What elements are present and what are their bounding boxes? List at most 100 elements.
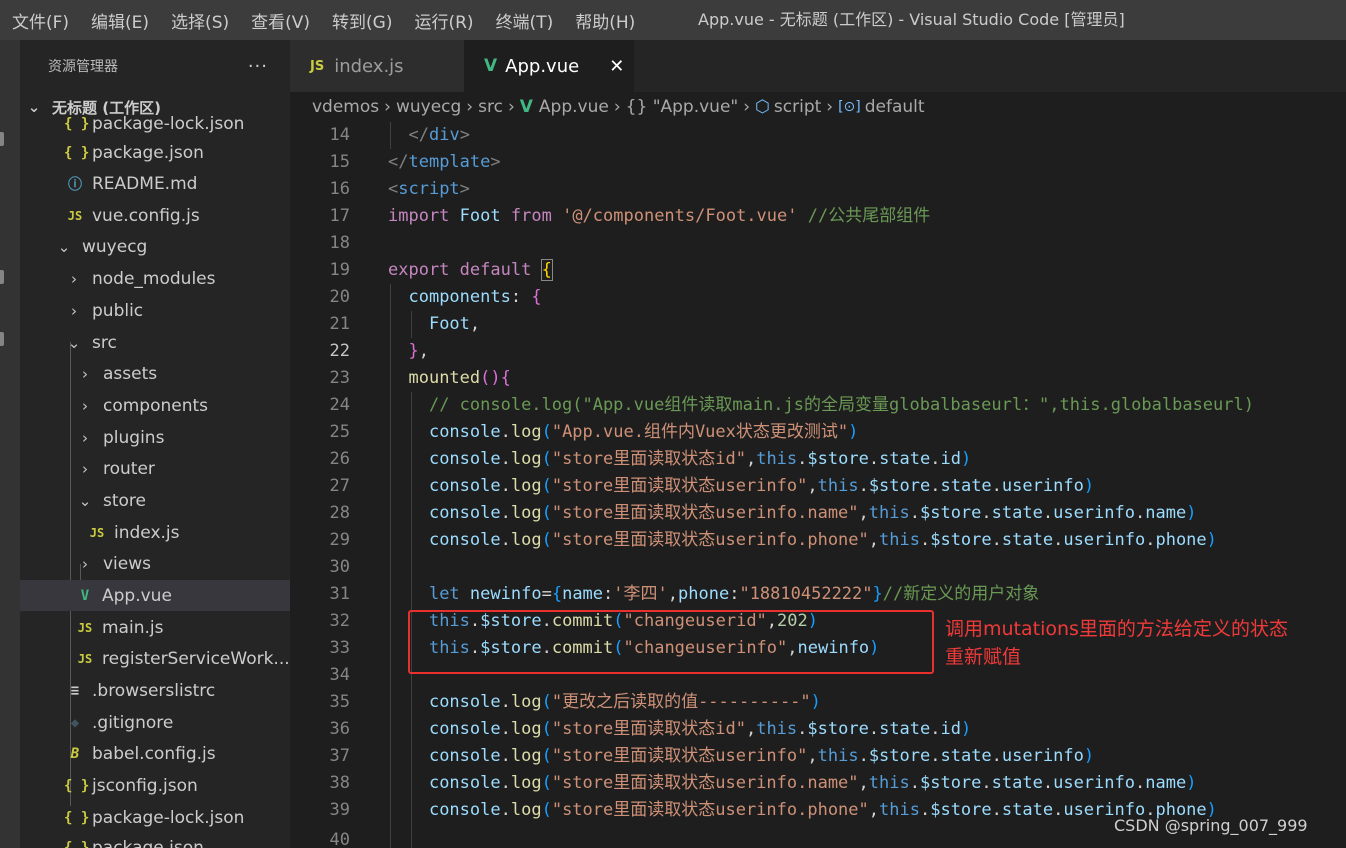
vue-icon: V (519, 97, 533, 117)
line-number: 40 (329, 830, 350, 848)
breadcrumb-item[interactable]: src (478, 97, 503, 117)
tree-item-file[interactable]: ⓘ README.md (20, 168, 290, 199)
activity-indicator (0, 332, 4, 346)
tree-item-label: public (92, 300, 144, 321)
vue-icon: V (484, 56, 498, 76)
code-editor[interactable]: 14 </div> 15 </template> 16 <script> 17 imp… (290, 122, 1346, 848)
tree-item-folder[interactable]: › components (20, 390, 290, 421)
code-text: console.log("store里面读取状态id",this.$store.… (428, 449, 972, 469)
chevron-right-icon: › (82, 364, 88, 383)
tree-item-label: App.vue (102, 585, 172, 606)
editor-tabs: JS index.js V App.vue ✕ (290, 40, 1346, 92)
code-text: </template> (388, 152, 501, 172)
babel-icon: B (70, 745, 80, 762)
code-line: 27 console.log("store里面读取状态userinfo",thi… (290, 473, 1346, 500)
menu-run[interactable]: 运行(R) (403, 8, 484, 33)
code-line: 18 (290, 230, 1346, 257)
close-icon[interactable]: ✕ (609, 56, 624, 77)
more-actions-icon[interactable]: ··· (248, 56, 268, 77)
tree-item-folder[interactable]: › assets (20, 358, 290, 389)
code-line: 26 console.log("store里面读取状态id",this.$sto… (290, 446, 1346, 473)
tree-item-file[interactable]: { } package.json (20, 137, 290, 168)
breadcrumb-item[interactable]: {} "App.vue" (626, 97, 739, 117)
tree-item-folder[interactable]: ⌄ src (20, 327, 290, 358)
tree-item-folder[interactable]: › router (20, 453, 290, 484)
line-number: 30 (329, 557, 350, 577)
tab-app-vue[interactable]: V App.vue ✕ (464, 40, 634, 92)
tree-item-file[interactable]: JS index.js (20, 517, 290, 548)
json-icon: { } (64, 777, 90, 794)
code-line: 38 console.log("store里面读取状态userinfo.name… (290, 770, 1346, 797)
code-text: console.log("更改之后读取的值----------") (428, 692, 821, 712)
chevron-right-icon: › (743, 97, 751, 117)
tree-item-file[interactable]: B babel.config.js (20, 738, 290, 769)
tree-item-file[interactable]: { } package-lock.json (20, 802, 290, 833)
menu-help[interactable]: 帮助(H) (564, 8, 646, 33)
menu-terminal[interactable]: 终端(T) (485, 8, 565, 33)
explorer-header: 资源管理器 ··· (20, 40, 290, 92)
code-line: 15 </template> (290, 149, 1346, 176)
code-line: 20 components: { (290, 284, 1346, 311)
line-number: 36 (329, 719, 350, 739)
tree-item-file[interactable]: { } jsconfig.json (20, 770, 290, 801)
code-text: <script> (388, 179, 470, 199)
tree-item-folder[interactable]: ⌄ wuyecg (20, 231, 290, 262)
tree-item-label: components (103, 395, 209, 416)
chevron-down-icon: ⌄ (78, 491, 92, 510)
tree-item-folder[interactable]: ⌄ store (20, 485, 290, 516)
code-line: 29 console.log("store里面读取状态userinfo.phon… (290, 527, 1346, 554)
breadcrumb-item[interactable]: vdemos (312, 97, 379, 117)
activity-indicator (0, 270, 4, 284)
tree-item-folder[interactable]: › plugins (20, 422, 290, 453)
config-lines-icon: ≡ (70, 682, 80, 699)
annotation-line: 调用mutations里面的方法给定义的状态 (945, 618, 1288, 640)
menu-view[interactable]: 查看(V) (240, 8, 321, 33)
tab-label: index.js (334, 55, 404, 77)
line-number: 14 (329, 125, 350, 145)
line-number: 19 (329, 260, 350, 280)
tree-item-file[interactable]: ◆ .gitignore (20, 707, 290, 738)
line-number: 26 (329, 449, 350, 469)
tree-item-label: wuyecg (82, 236, 148, 257)
variable-icon: [⊙] (838, 99, 861, 115)
tree-item-file-selected[interactable]: V App.vue (20, 580, 290, 611)
code-text: export default { (388, 259, 553, 281)
javascript-icon: JS (310, 58, 325, 74)
breadcrumb-item[interactable]: App.vue (539, 97, 609, 117)
tree-item-label: registerServiceWork... (102, 648, 290, 669)
javascript-icon: JS (77, 620, 93, 635)
json-icon: { } (64, 144, 90, 161)
breadcrumb-item[interactable]: default (865, 97, 925, 117)
javascript-icon: JS (67, 208, 83, 223)
menu-selection[interactable]: 选择(S) (160, 8, 240, 33)
line-number: 39 (329, 800, 350, 820)
menu-edit[interactable]: 编辑(E) (80, 8, 160, 33)
tree-item-folder[interactable]: › public (20, 295, 290, 326)
line-number: 22 (329, 341, 350, 361)
chevron-down-icon: ⌄ (57, 237, 71, 256)
tree-item-file[interactable]: ≡ .browserslistrc (20, 675, 290, 706)
menu-file[interactable]: 文件(F) (0, 8, 80, 33)
code-text: console.log("store里面读取状态id",this.$store.… (428, 719, 972, 739)
breadcrumb-item[interactable]: script (774, 97, 821, 117)
line-number: 16 (329, 179, 350, 199)
tree-item-folder[interactable]: › views (20, 548, 290, 579)
chevron-right-icon: › (82, 428, 88, 447)
breadcrumb-item[interactable]: wuyecg (396, 97, 461, 117)
code-line: 16 <script> (290, 176, 1346, 203)
tree-item-folder[interactable]: › node_modules (20, 263, 290, 294)
code-text: }, (408, 341, 429, 361)
code-text: </div> (408, 125, 470, 145)
code-line: 22 }, (290, 338, 1346, 365)
watermark: CSDN @spring_007_999 (1114, 816, 1308, 835)
tree-item-file[interactable]: JS registerServiceWork... (20, 643, 290, 674)
javascript-icon: JS (89, 525, 105, 540)
chevron-right-icon: › (507, 97, 515, 117)
tree-item-file[interactable]: JS main.js (20, 612, 290, 643)
menu-go[interactable]: 转到(G) (321, 8, 403, 33)
tree-item-file[interactable]: { } package-lock.json (20, 108, 290, 139)
tree-item-file[interactable]: JS vue.config.js (20, 200, 290, 231)
tab-index-js[interactable]: JS index.js (290, 40, 464, 92)
tree-item-file[interactable]: { } package.json (20, 832, 290, 848)
chevron-right-icon: › (71, 301, 77, 320)
